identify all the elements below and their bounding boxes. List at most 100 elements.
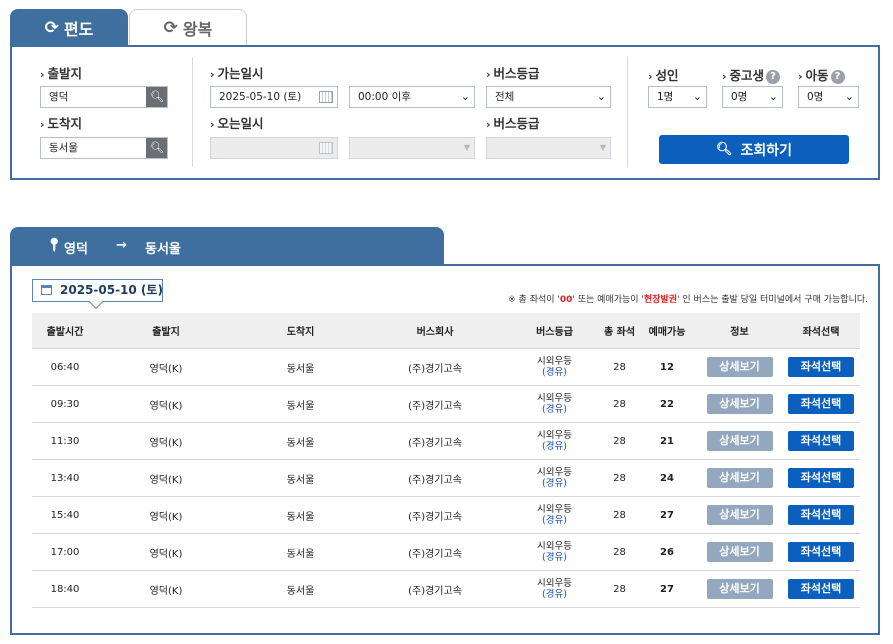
chevron-right-icon: ›	[722, 70, 727, 83]
select-seat-button[interactable]: 좌석선택	[788, 431, 854, 451]
total-seats: 28	[613, 435, 626, 447]
bus-grade-value: 전체	[495, 91, 515, 103]
child-select[interactable]: 0명 ⌄	[798, 86, 859, 108]
details-button[interactable]: 상세보기	[706, 394, 773, 414]
chevron-right-icon: ›	[798, 70, 803, 83]
destination: 동서울	[286, 511, 315, 523]
bus-company: (주)경기고속	[408, 474, 462, 486]
go-time-select[interactable]: 00:00 이후 ⌄	[349, 86, 475, 108]
purchase-notice: ※ 총 좌석이 '00' 또는 예매가능이 '현장발권' 인 버스는 출발 당일…	[508, 295, 868, 305]
chevron-down-icon: ⌄	[692, 90, 702, 103]
chevron-down-icon: ▼	[599, 143, 606, 152]
go-date-field[interactable]: 2025-05-10 (토)	[210, 86, 338, 108]
chevron-right-icon: ›	[486, 68, 491, 81]
bus-grade-select[interactable]: 전체 ⌄	[486, 86, 611, 108]
departure-field[interactable]: 영덕 🔍︎	[40, 86, 168, 108]
column-header: 버스회사	[416, 327, 454, 338]
bus-company: (주)경기고속	[408, 585, 462, 597]
total-seats: 28	[613, 509, 626, 521]
destination: 동서울	[286, 474, 315, 486]
destination: 동서울	[286, 437, 315, 449]
tab-oneway[interactable]: ⟳ 편도	[10, 9, 128, 46]
departure-time: 15:40	[50, 509, 80, 521]
table-row: 18:40 영덕(K) 동서울 (주)경기고속 시외우등 (경유) 28 27 상…	[32, 571, 860, 608]
adult-value: 1명	[657, 91, 674, 103]
destination: 동서울	[286, 585, 315, 597]
bus-company: (주)경기고속	[408, 437, 462, 449]
details-button[interactable]: 상세보기	[706, 357, 773, 377]
select-seat-button[interactable]: 좌석선택	[788, 357, 854, 377]
arrival-label: › 도착지	[40, 116, 83, 131]
help-icon[interactable]: ?	[830, 70, 845, 84]
arrival-field[interactable]: 동서울 🔍︎	[40, 137, 168, 159]
available-seats: 27	[660, 509, 674, 521]
origin: 영덕(K)	[149, 474, 183, 486]
total-seats: 28	[613, 546, 626, 558]
go-date-label: › 가는일시	[210, 66, 264, 81]
bus-grade: 시외우등 (경유)	[537, 578, 572, 600]
bus-grade-return-select[interactable]: ▼	[486, 137, 611, 159]
bus-company: (주)경기고속	[408, 511, 462, 523]
search-icon[interactable]: 🔍︎	[146, 87, 167, 107]
results-date: 2025-05-10 (토)	[32, 279, 163, 302]
help-icon[interactable]: ?	[766, 70, 781, 84]
available-seats: 22	[660, 398, 674, 410]
bus-company: (주)경기고속	[408, 363, 462, 375]
select-seat-button[interactable]: 좌석선택	[788, 468, 854, 488]
search-panel: › 출발지 영덕 🔍︎ › 도착지 동서울 🔍︎ › 가는일시 2025-05-10 …	[10, 45, 880, 180]
column-header: 좌석선택	[802, 327, 840, 338]
bus-company: (주)경기고속	[408, 548, 462, 560]
column-header: 출발지	[152, 327, 180, 338]
details-button[interactable]: 상세보기	[706, 542, 773, 562]
select-seat-button[interactable]: 좌석선택	[788, 505, 854, 525]
departure-label: › 출발지	[40, 66, 83, 81]
bus-grade: 시외우등 (경유)	[537, 356, 572, 378]
divider	[192, 57, 193, 167]
calendar-icon[interactable]	[319, 91, 333, 103]
available-seats: 24	[660, 472, 674, 484]
search-icon[interactable]: 🔍︎	[146, 138, 167, 158]
adult-select[interactable]: 1명 ⌄	[648, 86, 707, 108]
select-seat-button[interactable]: 좌석선택	[788, 542, 854, 562]
route-to: 동서울	[145, 242, 181, 257]
table-row: 11:30 영덕(K) 동서울 (주)경기고속 시외우등 (경유) 28 21 상…	[32, 423, 860, 460]
go-time-value: 00:00 이후	[358, 91, 411, 103]
chevron-right-icon: ›	[40, 118, 45, 131]
select-seat-button[interactable]: 좌석선택	[788, 394, 854, 414]
results-panel: 2025-05-10 (토) ※ 총 좌석이 '00' 또는 예매가능이 '현장…	[10, 264, 880, 635]
chevron-down-icon: ⌄	[768, 90, 778, 103]
table-row: 13:40 영덕(K) 동서울 (주)경기고속 시외우등 (경유) 28 24 상…	[32, 460, 860, 497]
bus-grade: 시외우등 (경유)	[537, 430, 572, 452]
departure-value: 영덕	[49, 91, 69, 103]
total-seats: 28	[613, 398, 626, 410]
return-date-field[interactable]	[210, 137, 338, 159]
arrival-value: 동서울	[49, 142, 78, 154]
details-button[interactable]: 상세보기	[706, 579, 773, 599]
details-button[interactable]: 상세보기	[706, 505, 773, 525]
details-button[interactable]: 상세보기	[706, 468, 773, 488]
tab-roundtrip-label: 왕복	[182, 20, 213, 39]
chevron-right-icon: ›	[210, 118, 215, 131]
bus-grade: 시외우등 (경유)	[537, 467, 572, 489]
search-submit-button[interactable]: 🔍︎ 조회하기	[659, 135, 849, 164]
refresh-icon: ⟳	[44, 18, 59, 38]
available-seats: 27	[660, 583, 674, 595]
details-button[interactable]: 상세보기	[706, 431, 773, 451]
select-seat-button[interactable]: 좌석선택	[788, 579, 854, 599]
origin: 영덕(K)	[149, 511, 183, 523]
table-row: 06:40 영덕(K) 동서울 (주)경기고속 시외우등 (경유) 28 12 상…	[32, 349, 860, 386]
chevron-right-icon: ›	[486, 118, 491, 131]
return-time-select[interactable]: ▼	[349, 137, 475, 159]
tab-roundtrip[interactable]: ⟳ 왕복	[129, 9, 247, 46]
table-row: 17:00 영덕(K) 동서울 (주)경기고속 시외우등 (경유) 28 26 상…	[32, 534, 860, 571]
column-header: 총 좌석	[603, 327, 636, 338]
departure-time: 11:30	[50, 435, 80, 447]
total-seats: 28	[613, 583, 626, 595]
table-row: 09:30 영덕(K) 동서울 (주)경기고속 시외우등 (경유) 28 22 상…	[32, 386, 860, 423]
departure-time: 06:40	[50, 361, 80, 373]
student-select[interactable]: 0명 ⌄	[722, 86, 783, 108]
chevron-down-icon: ▼	[463, 143, 470, 152]
chevron-down-icon: ⌄	[460, 90, 470, 103]
origin: 영덕(K)	[149, 548, 183, 560]
schedule-table: 출발시간 출발지 도착지 버스회사 버스등급 총 좌석 예매가능 정보 좌석선택…	[32, 313, 860, 608]
